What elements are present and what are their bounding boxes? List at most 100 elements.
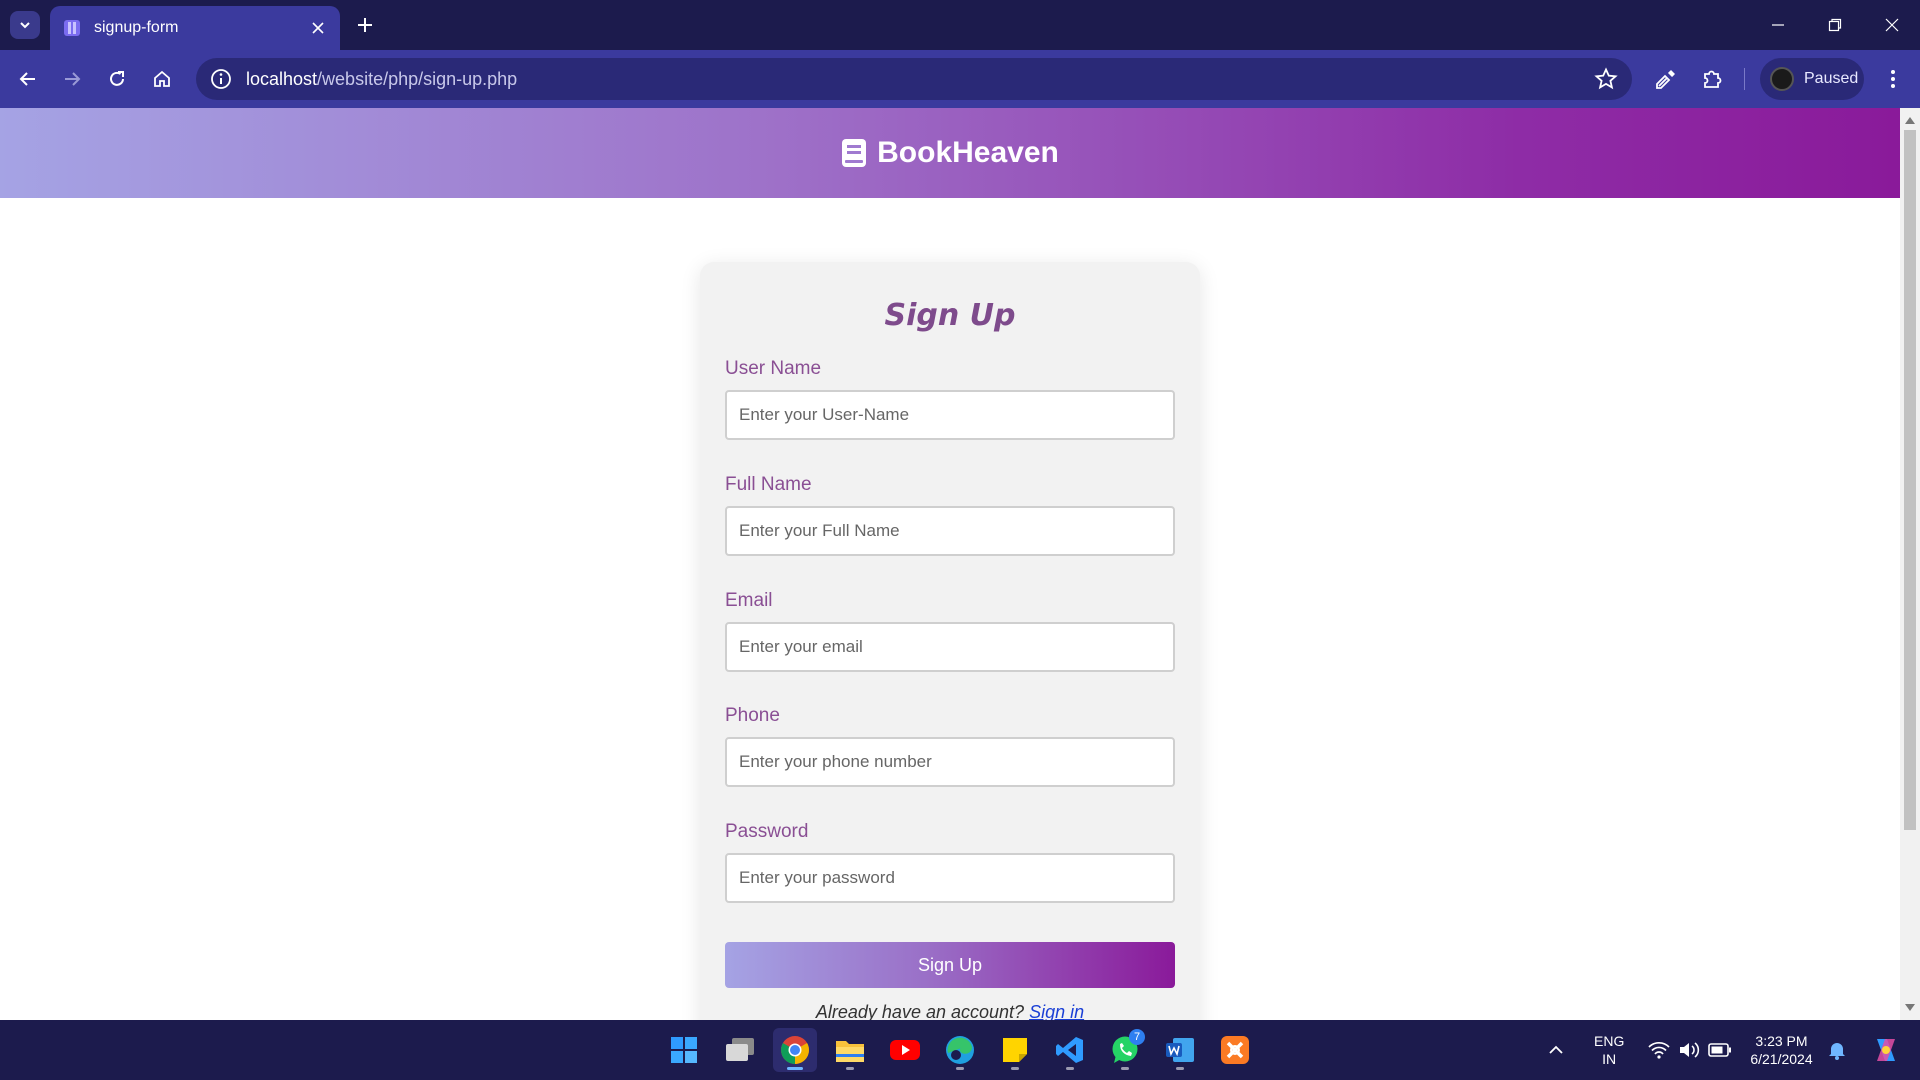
- profile-status: Paused: [1804, 70, 1859, 87]
- phone-input[interactable]: [725, 737, 1175, 787]
- minimize-button[interactable]: [1749, 0, 1806, 50]
- signin-prompt: Already have an account? Sign in: [700, 1002, 1200, 1020]
- running-indicator: [1176, 1067, 1184, 1070]
- running-indicator: [956, 1067, 964, 1070]
- fullname-input[interactable]: [725, 506, 1175, 556]
- wifi-icon[interactable]: [1648, 1041, 1670, 1059]
- page-scrollbar[interactable]: [1900, 108, 1920, 1020]
- reload-icon: [110, 71, 124, 86]
- youtube-icon: [890, 1040, 920, 1060]
- close-icon: [1885, 18, 1898, 32]
- bookmark-star-icon[interactable]: [1594, 67, 1618, 91]
- forward-button[interactable]: [57, 64, 87, 94]
- word-icon: [1166, 1038, 1194, 1062]
- taskbar-edge[interactable]: [938, 1028, 982, 1072]
- eyedropper-icon[interactable]: [1651, 64, 1681, 94]
- password-input[interactable]: [725, 853, 1175, 903]
- clock-date: 6/21/2024: [1750, 1051, 1813, 1067]
- extensions-icon[interactable]: [1697, 64, 1727, 94]
- clock[interactable]: 3:23 PM 6/21/2024: [1750, 1032, 1812, 1068]
- taskbar-chrome[interactable]: [773, 1028, 817, 1072]
- close-window-button[interactable]: [1863, 0, 1920, 50]
- web-page: BookHeaven Sign Up User Name Full Name E…: [0, 108, 1900, 1020]
- minimize-icon: [1771, 24, 1784, 26]
- new-tab-button[interactable]: [352, 12, 378, 38]
- taskbar-sticky-notes[interactable]: [993, 1028, 1037, 1072]
- edge-icon: [946, 1036, 974, 1064]
- language-region: IN: [1602, 1051, 1617, 1067]
- book-favicon-icon: [64, 20, 80, 36]
- brand-name: BookHeaven: [877, 136, 1059, 169]
- chrome-icon: [781, 1036, 809, 1064]
- email-label: Email: [725, 590, 773, 611]
- home-button[interactable]: [147, 64, 177, 94]
- close-icon: [312, 22, 324, 34]
- sign-up-button[interactable]: Sign Up: [725, 942, 1175, 988]
- running-indicator: [1066, 1067, 1074, 1070]
- running-indicator: [846, 1067, 854, 1070]
- toolbar-divider: [1744, 68, 1745, 90]
- running-indicator: [1121, 1067, 1129, 1070]
- url-text: localhost/website/php/sign-up.php: [246, 69, 517, 90]
- task-view-icon: [726, 1038, 754, 1061]
- language-code: ENG: [1594, 1033, 1625, 1049]
- browser-tab-bar: signup-form: [0, 0, 1920, 50]
- scroll-thumb[interactable]: [1904, 130, 1916, 830]
- site-header: BookHeaven: [0, 108, 1900, 198]
- file-explorer-icon: [836, 1041, 864, 1062]
- site-info-icon[interactable]: [208, 66, 234, 92]
- language-indicator[interactable]: ENG IN: [1594, 1032, 1624, 1068]
- browser-toolbar: localhost/website/php/sign-up.php Paused: [0, 50, 1920, 108]
- username-label: User Name: [725, 358, 822, 379]
- home-icon: [154, 70, 170, 87]
- arrow-right-icon: [65, 72, 81, 86]
- back-button[interactable]: [13, 64, 43, 94]
- start-button[interactable]: [662, 1028, 706, 1072]
- taskbar-whatsapp[interactable]: 7: [1103, 1028, 1147, 1072]
- chevron-up-icon[interactable]: [1548, 1042, 1564, 1058]
- taskbar-word[interactable]: [1158, 1028, 1202, 1072]
- email-field[interactable]: [725, 622, 1175, 672]
- book-icon: [842, 139, 867, 167]
- notification-badge: 7: [1129, 1029, 1145, 1045]
- sign-in-link[interactable]: Sign in: [1029, 1002, 1084, 1020]
- url-path: /website/php/sign-up.php: [317, 68, 518, 89]
- notification-bell-icon[interactable]: [1827, 1040, 1847, 1060]
- avatar: [1770, 67, 1794, 91]
- plus-icon: [358, 18, 372, 32]
- restore-button[interactable]: [1806, 0, 1863, 50]
- close-tab-button[interactable]: [308, 18, 328, 38]
- vscode-icon: [1056, 1037, 1083, 1063]
- active-indicator: [787, 1067, 803, 1070]
- scroll-down-icon[interactable]: [1905, 1004, 1915, 1012]
- signin-prompt-text: Already have an account?: [815, 1002, 1025, 1020]
- chevron-down-icon: [20, 22, 30, 29]
- url-host: localhost: [246, 68, 318, 89]
- profile-button[interactable]: Paused: [1760, 58, 1864, 100]
- tab-search-button[interactable]: [10, 11, 40, 39]
- taskbar-xampp[interactable]: [1213, 1028, 1257, 1072]
- taskbar-file-explorer[interactable]: [828, 1028, 872, 1072]
- volume-icon[interactable]: [1678, 1041, 1700, 1059]
- username-input[interactable]: [725, 390, 1175, 440]
- sticky-notes-icon: [1003, 1038, 1027, 1062]
- battery-icon[interactable]: [1708, 1043, 1732, 1057]
- window-controls: [1749, 0, 1920, 50]
- task-view-button[interactable]: [718, 1028, 762, 1072]
- taskbar-vscode[interactable]: [1048, 1028, 1092, 1072]
- clock-time: 3:23 PM: [1755, 1033, 1808, 1049]
- password-label: Password: [725, 821, 809, 842]
- system-tray: ENG IN 3:23 PM 6/21/2024: [1548, 1020, 1901, 1080]
- reload-button[interactable]: [102, 64, 132, 94]
- tab-signup-form[interactable]: signup-form: [50, 6, 340, 50]
- taskbar-youtube[interactable]: [883, 1028, 927, 1072]
- form-title: Sign Up: [884, 298, 1016, 333]
- more-menu-icon[interactable]: [1878, 64, 1908, 94]
- restore-icon: [1828, 18, 1841, 32]
- address-bar[interactable]: localhost/website/php/sign-up.php: [196, 58, 1632, 100]
- copilot-icon[interactable]: [1871, 1035, 1901, 1065]
- scroll-up-icon[interactable]: [1905, 116, 1915, 124]
- signup-card: Sign Up User Name Full Name Email Phone …: [700, 262, 1200, 1020]
- brand-logo[interactable]: BookHeaven: [841, 136, 1059, 170]
- phone-label: Phone: [725, 705, 780, 726]
